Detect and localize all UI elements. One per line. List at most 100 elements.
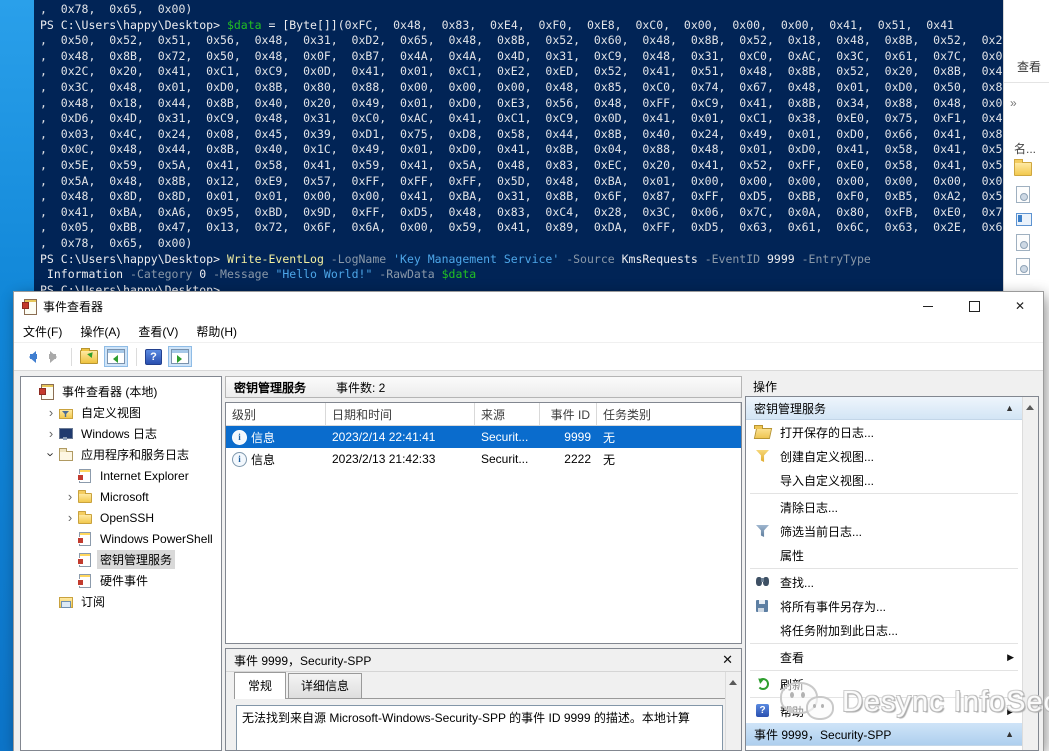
action-item[interactable]: 查看 ▶ xyxy=(746,645,1022,669)
console-tree-toggle-button[interactable] xyxy=(104,346,128,367)
back-arrow-button[interactable] xyxy=(23,350,40,363)
action-item[interactable]: 将任务附加到此日志... xyxy=(746,618,1022,642)
minimize-button[interactable] xyxy=(905,292,951,320)
detail-scrollbar[interactable] xyxy=(725,672,741,750)
event-message[interactable]: 无法找到来自源 Microsoft-Windows-Security-SPP 的… xyxy=(236,705,723,750)
console-tree-toggle-icon xyxy=(107,349,125,364)
action-item[interactable]: 属性 xyxy=(746,543,1022,567)
info-icon: i xyxy=(232,429,247,445)
close-button[interactable]: ✕ xyxy=(997,292,1043,320)
action-item[interactable]: 查找... xyxy=(746,570,1022,594)
action-item-label: 帮助 xyxy=(780,704,805,719)
tree-item[interactable]: › Windows 日志 xyxy=(21,423,221,444)
event-row[interactable]: i 信息 2023/2/14 22:41:41 Securit... 9999 无 xyxy=(226,426,741,448)
action-item[interactable]: 筛选当前日志... xyxy=(746,519,1022,543)
event-cell: i 信息 xyxy=(226,426,326,448)
column-header-1[interactable]: 日期和时间 xyxy=(326,403,475,425)
menu-item-F[interactable]: 文件(F) xyxy=(14,323,71,340)
action-item-label: 打开保存的日志... xyxy=(780,425,875,440)
tab-常规[interactable]: 常规 xyxy=(234,672,287,699)
tree-item[interactable]: Windows PowerShell xyxy=(21,528,221,549)
event-viewer-window: 事件查看器 ✕ 文件(F) 操作(A) 查看(V) 帮助(H) ? 事件查看器 (本地… xyxy=(14,292,1043,751)
forward-arrow-button[interactable] xyxy=(46,350,63,363)
column-header-4[interactable]: 任务类别 xyxy=(597,403,741,425)
tree-item[interactable]: › 应用程序和服务日志 xyxy=(21,444,221,465)
event-cell: Securit... xyxy=(481,430,529,444)
maximize-button[interactable] xyxy=(951,292,997,320)
actions-section-header[interactable]: 密钥管理服务 ▲ xyxy=(746,397,1022,420)
terminal-line: , 0xD6, 0x4D, 0x31, 0xC9, 0x48, 0x31, 0x… xyxy=(40,111,1003,126)
event-row[interactable]: i 信息 2023/2/13 21:42:33 Securit... 2222 无 xyxy=(226,448,741,470)
tree-item[interactable]: › Microsoft xyxy=(21,486,221,507)
explorer-view-tab[interactable]: 查看 xyxy=(1017,58,1041,75)
section-label: 事件 9999，Security-SPP xyxy=(754,727,892,742)
background-explorer-window[interactable]: 查看 » 名... xyxy=(1003,0,1049,292)
chevron-collapsed-icon[interactable]: › xyxy=(44,406,58,419)
action-item[interactable]: 刷新 xyxy=(746,672,1022,696)
collapse-arrow-icon[interactable]: ▲ xyxy=(1005,729,1014,739)
action-item[interactable]: 清除日志... xyxy=(746,495,1022,519)
tree-item-label: 自定义视图 xyxy=(81,406,142,420)
event-cell: 9999 xyxy=(564,430,591,444)
menu-item-V[interactable]: 查看(V) xyxy=(129,323,187,340)
scroll-up-icon[interactable] xyxy=(1026,401,1034,410)
tree-item[interactable]: 事件查看器 (本地) xyxy=(21,381,221,402)
terminal-line: , 0x48, 0x8D, 0x8D, 0x01, 0x01, 0x00, 0x… xyxy=(40,189,1003,204)
tab-详细信息[interactable]: 详细信息 xyxy=(288,673,363,698)
tree-item-label: Microsoft xyxy=(100,489,149,504)
open-folder-button[interactable] xyxy=(80,347,98,364)
console-tree-panel[interactable]: 事件查看器 (本地) › 自定义视图 › Windows 日志 › 应用程序和服务日志 Int… xyxy=(20,376,222,751)
explorer-name-column-header[interactable]: 名... xyxy=(1014,140,1036,157)
scroll-up-icon[interactable] xyxy=(729,676,737,685)
menu-item-A[interactable]: 操作(A) xyxy=(71,323,129,340)
action-item[interactable]: 创建自定义视图... xyxy=(746,444,1022,468)
window-title: 事件查看器 xyxy=(43,299,104,314)
action-item[interactable]: 将所有事件另存为... xyxy=(746,594,1022,618)
event-cell: Securit... xyxy=(481,452,529,466)
appfolder-icon xyxy=(58,447,74,462)
icon-spacer xyxy=(754,472,774,488)
divider xyxy=(1004,82,1049,83)
collapse-arrow-icon[interactable]: ▲ xyxy=(1005,403,1014,413)
chevron-collapsed-icon[interactable]: › xyxy=(44,427,58,440)
customview-icon xyxy=(58,405,74,420)
terminal-line: , 0x5E, 0x59, 0x5A, 0x41, 0x58, 0x41, 0x… xyxy=(40,157,1003,172)
tree-item-label: Internet Explorer xyxy=(100,468,189,483)
tree-item[interactable]: Internet Explorer xyxy=(21,465,221,486)
icon-spacer xyxy=(754,649,774,665)
column-header-2[interactable]: 来源 xyxy=(475,403,540,425)
action-item[interactable]: 帮助 ▶ xyxy=(746,699,1022,723)
powershell-terminal[interactable]: , 0x78, 0x65, 0x00) PS C:\Users\happy\Des… xyxy=(34,0,1003,292)
tree-item[interactable]: › OpenSSH xyxy=(21,507,221,528)
event-list-rows: i 信息 2023/2/14 22:41:41 Securit... 9999 无 i 信息 2… xyxy=(226,426,741,470)
actions-scrollbar[interactable] xyxy=(1022,397,1038,750)
log-icon xyxy=(77,573,93,588)
action-item[interactable]: 导入自定义视图... xyxy=(746,468,1022,492)
tree-item[interactable]: 订阅 xyxy=(21,591,221,612)
actions-pane: 密钥管理服务 ▲ 打开保存的日志... 创建自定义视图... 导入自定义视图... 清除日… xyxy=(745,396,1039,751)
open-folder-icon xyxy=(754,424,774,440)
chevron-collapsed-icon[interactable]: › xyxy=(63,490,77,503)
action-item-label: 属性 xyxy=(780,548,805,563)
tree-item[interactable]: 硬件事件 xyxy=(21,570,221,591)
actions-pane-title: 操作 xyxy=(753,379,778,394)
tree-item[interactable]: 密钥管理服务 xyxy=(21,549,221,570)
actions-section-header-event[interactable]: 事件 9999，Security-SPP ▲ xyxy=(746,723,1022,746)
event-list-header[interactable]: 级别 日期和时间 来源 事件 ID 任务类别 xyxy=(226,403,741,426)
submenu-arrow-icon: ▶ xyxy=(1007,651,1014,662)
column-header-3[interactable]: 事件 ID xyxy=(540,403,597,425)
log-summary-bar: 密钥管理服务 事件数: 2 xyxy=(225,376,742,398)
column-header-0[interactable]: 级别 xyxy=(226,403,326,425)
properties-icon xyxy=(754,547,774,563)
menu-item-H[interactable]: 帮助(H) xyxy=(187,323,246,340)
action-item-label: 查看 xyxy=(780,650,805,665)
chevron-expanded-icon[interactable]: › xyxy=(44,448,59,462)
detail-tabs: 常规 详细信息 xyxy=(234,672,725,699)
chevron-collapsed-icon[interactable]: › xyxy=(63,511,77,524)
action-item[interactable]: 打开保存的日志... xyxy=(746,420,1022,444)
detail-close-icon[interactable]: ✕ xyxy=(722,652,733,668)
help-button[interactable]: ? xyxy=(145,348,162,365)
tree-item[interactable]: › 自定义视图 xyxy=(21,402,221,423)
action-pane-toggle-button[interactable] xyxy=(168,346,192,367)
title-bar[interactable]: 事件查看器 ✕ xyxy=(14,292,1043,320)
